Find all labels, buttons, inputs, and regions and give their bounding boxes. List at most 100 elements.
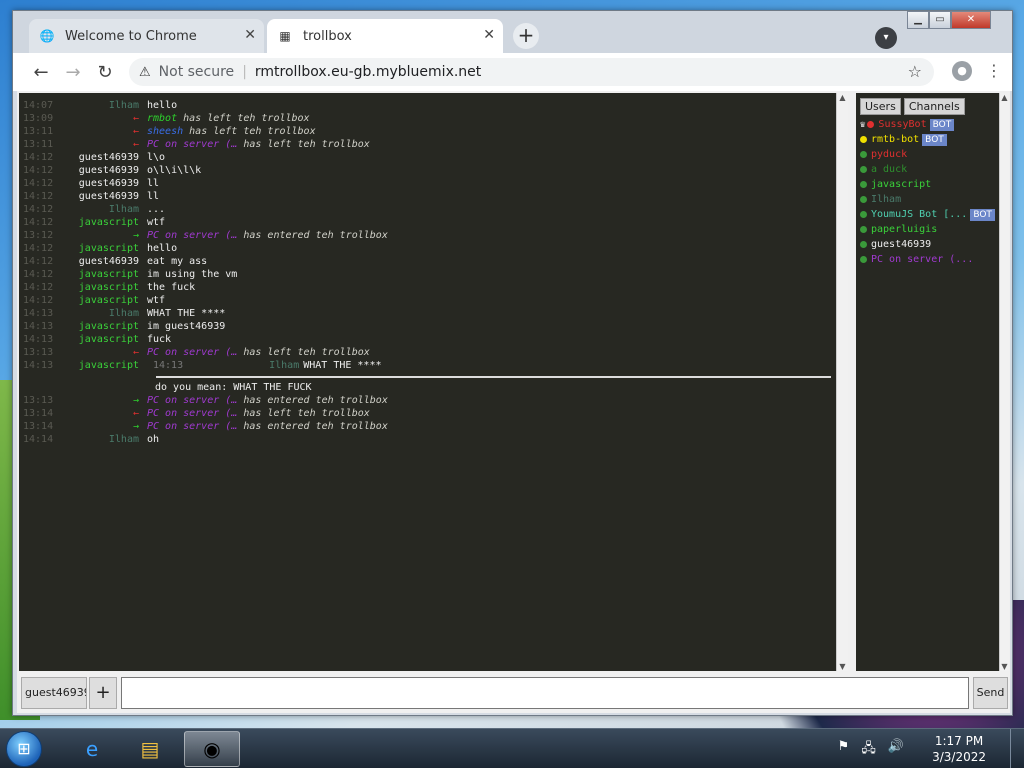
chat-message: 14:12 javascript the fuck — [19, 281, 836, 294]
message-nick[interactable]: → — [59, 229, 147, 242]
message-time: 14:14 — [23, 434, 54, 445]
user-list-item[interactable]: guest46939 — [856, 237, 999, 252]
message-time: 13:09 — [23, 113, 54, 124]
event-nick[interactable]: rmbot — [147, 112, 177, 125]
message-time: 14:12 — [23, 191, 54, 202]
flag-icon[interactable]: ⚑ — [838, 739, 850, 761]
message-nick[interactable]: Ilham — [59, 433, 147, 446]
send-button[interactable]: Send — [973, 677, 1008, 709]
message-nick[interactable]: guest46939 — [59, 255, 147, 268]
user-list-item[interactable]: pyduck — [856, 147, 999, 162]
message-nick[interactable]: ← — [59, 407, 147, 420]
message-nick[interactable]: javascript — [59, 268, 147, 281]
user-list-item[interactable]: PC on server (... — [856, 252, 999, 267]
chat-message: 14:12 javascript wtf — [19, 216, 836, 229]
bot-badge: BOT — [929, 118, 955, 131]
new-tab-button[interactable]: + — [513, 23, 539, 49]
message-nick[interactable]: javascript — [59, 216, 147, 229]
tab-users[interactable]: Users — [860, 98, 901, 115]
browser-window: 🌐 Welcome to Chrome ✕ ▦ trollbox ✕ + ▾ ▁… — [12, 10, 1013, 716]
message-nick[interactable]: → — [59, 420, 147, 433]
plus-button[interactable]: + — [89, 677, 117, 709]
message-nick[interactable]: javascript — [59, 281, 147, 294]
message-text: fuck — [147, 334, 172, 345]
event-nick[interactable]: PC on server (… — [147, 394, 237, 407]
message-nick[interactable]: Ilham — [59, 99, 147, 112]
clock[interactable]: 1:17 PM 3/3/2022 — [932, 733, 986, 765]
message-nick[interactable]: javascript — [59, 320, 147, 333]
event-nick[interactable]: PC on server (… — [147, 346, 237, 359]
message-text: o\l\i\l\k — [147, 165, 202, 176]
star-icon[interactable]: ☆ — [908, 62, 922, 81]
close-icon[interactable]: ✕ — [244, 27, 256, 43]
message-time: 14:12 — [23, 178, 54, 189]
scroll-down-icon[interactable]: ▼ — [1000, 662, 1009, 671]
message-nick[interactable]: ← — [59, 125, 147, 138]
start-button[interactable]: ⊞ — [6, 731, 42, 767]
message-nick[interactable]: javascript — [59, 294, 147, 307]
scroll-up-icon[interactable]: ▲ — [837, 93, 848, 102]
tab-channels[interactable]: Channels — [903, 98, 965, 115]
chat-message: 13:11 ← PC on server (… has left teh troll… — [19, 138, 836, 151]
message-nick[interactable]: Ilham — [59, 307, 147, 320]
tab-welcome[interactable]: 🌐 Welcome to Chrome ✕ — [29, 19, 264, 53]
message-nick[interactable]: ← — [59, 138, 147, 151]
back-icon[interactable]: ← — [25, 62, 57, 83]
chat-log: 14:07 Ilham hello 13:09 ← rmbot has left teh … — [19, 93, 836, 671]
message-nick[interactable]: javascript — [59, 242, 147, 255]
message-nick[interactable]: Ilham — [59, 203, 147, 216]
tab-trollbox[interactable]: ▦ trollbox ✕ — [267, 19, 503, 53]
user-list-item[interactable]: YoumuJS Bot [... BOT — [856, 207, 999, 222]
message-nick[interactable]: ← — [59, 346, 147, 359]
message-text: hello — [147, 243, 178, 254]
profile-icon[interactable]: ● — [952, 61, 972, 81]
event-nick[interactable]: sheesh — [147, 125, 183, 138]
event-nick[interactable]: PC on server (… — [147, 138, 237, 151]
nickname-button[interactable]: guest46939 — [21, 677, 87, 709]
chat-message: 13:09 ← rmbot has left teh trollbox — [19, 112, 836, 125]
message-nick[interactable]: javascript — [59, 333, 147, 346]
message-nick[interactable]: javascript — [59, 359, 147, 372]
message-nick[interactable]: guest46939 — [59, 190, 147, 203]
internet-explorer-icon[interactable]: e — [64, 731, 120, 767]
chrome-icon[interactable]: ◉ — [184, 731, 240, 767]
menu-icon[interactable]: ⋮ — [986, 61, 1002, 81]
message-nick[interactable]: guest46939 — [59, 164, 147, 177]
reload-icon[interactable]: ↻ — [89, 62, 121, 83]
volume-icon[interactable]: 🔊 — [888, 739, 904, 761]
user-list-item[interactable]: a duck — [856, 162, 999, 177]
message-time: 14:12 — [23, 204, 54, 215]
message-nick[interactable]: ← — [59, 112, 147, 125]
forward-icon[interactable]: → — [57, 62, 89, 83]
message-nick[interactable]: guest46939 — [59, 151, 147, 164]
sidebar-scrollbar[interactable]: ▲ ▼ — [999, 93, 1009, 671]
scroll-down-icon[interactable]: ▼ — [837, 662, 848, 671]
event-nick[interactable]: PC on server (… — [147, 407, 237, 420]
user-list-item[interactable]: rmtb-bot BOT — [856, 132, 999, 147]
maximize-icon[interactable]: ▭ — [929, 11, 951, 29]
message-nick[interactable]: → — [59, 394, 147, 407]
message-nick[interactable]: guest46939 — [59, 177, 147, 190]
address-bar[interactable]: ⚠ Not secure | rmtrollbox.eu-gb.mybluemi… — [129, 58, 934, 86]
message-time: 14:12 — [23, 243, 54, 254]
chat-message: 14:12 guest46939 l\o — [19, 151, 836, 164]
user-list-item[interactable]: Ilham — [856, 192, 999, 207]
minimize-icon[interactable]: ▁ — [907, 11, 929, 29]
show-desktop-button[interactable] — [1010, 729, 1024, 768]
user-name: guest46939 — [871, 239, 932, 250]
message-input[interactable] — [121, 677, 969, 709]
tab-search-icon[interactable]: ▾ — [875, 27, 897, 49]
file-explorer-icon[interactable]: ▤ — [122, 731, 178, 767]
close-icon[interactable]: ✕ — [483, 27, 495, 43]
scroll-up-icon[interactable]: ▲ — [1000, 93, 1009, 102]
network-icon[interactable]: 🖧 — [861, 739, 876, 761]
trollbox-favicon-icon: ▦ — [279, 29, 291, 43]
event-nick[interactable]: PC on server (… — [147, 420, 237, 433]
chat-message: 14:12 guest46939 ll — [19, 190, 836, 203]
user-list-item[interactable]: javascript — [856, 177, 999, 192]
user-list-item[interactable]: ♛ SussyBot BOT — [856, 117, 999, 132]
user-list-item[interactable]: paperluigis — [856, 222, 999, 237]
event-nick[interactable]: PC on server (… — [147, 229, 237, 242]
chat-scrollbar[interactable]: ▲ ▼ — [836, 93, 848, 671]
window-close-icon[interactable]: ✕ — [951, 11, 991, 29]
